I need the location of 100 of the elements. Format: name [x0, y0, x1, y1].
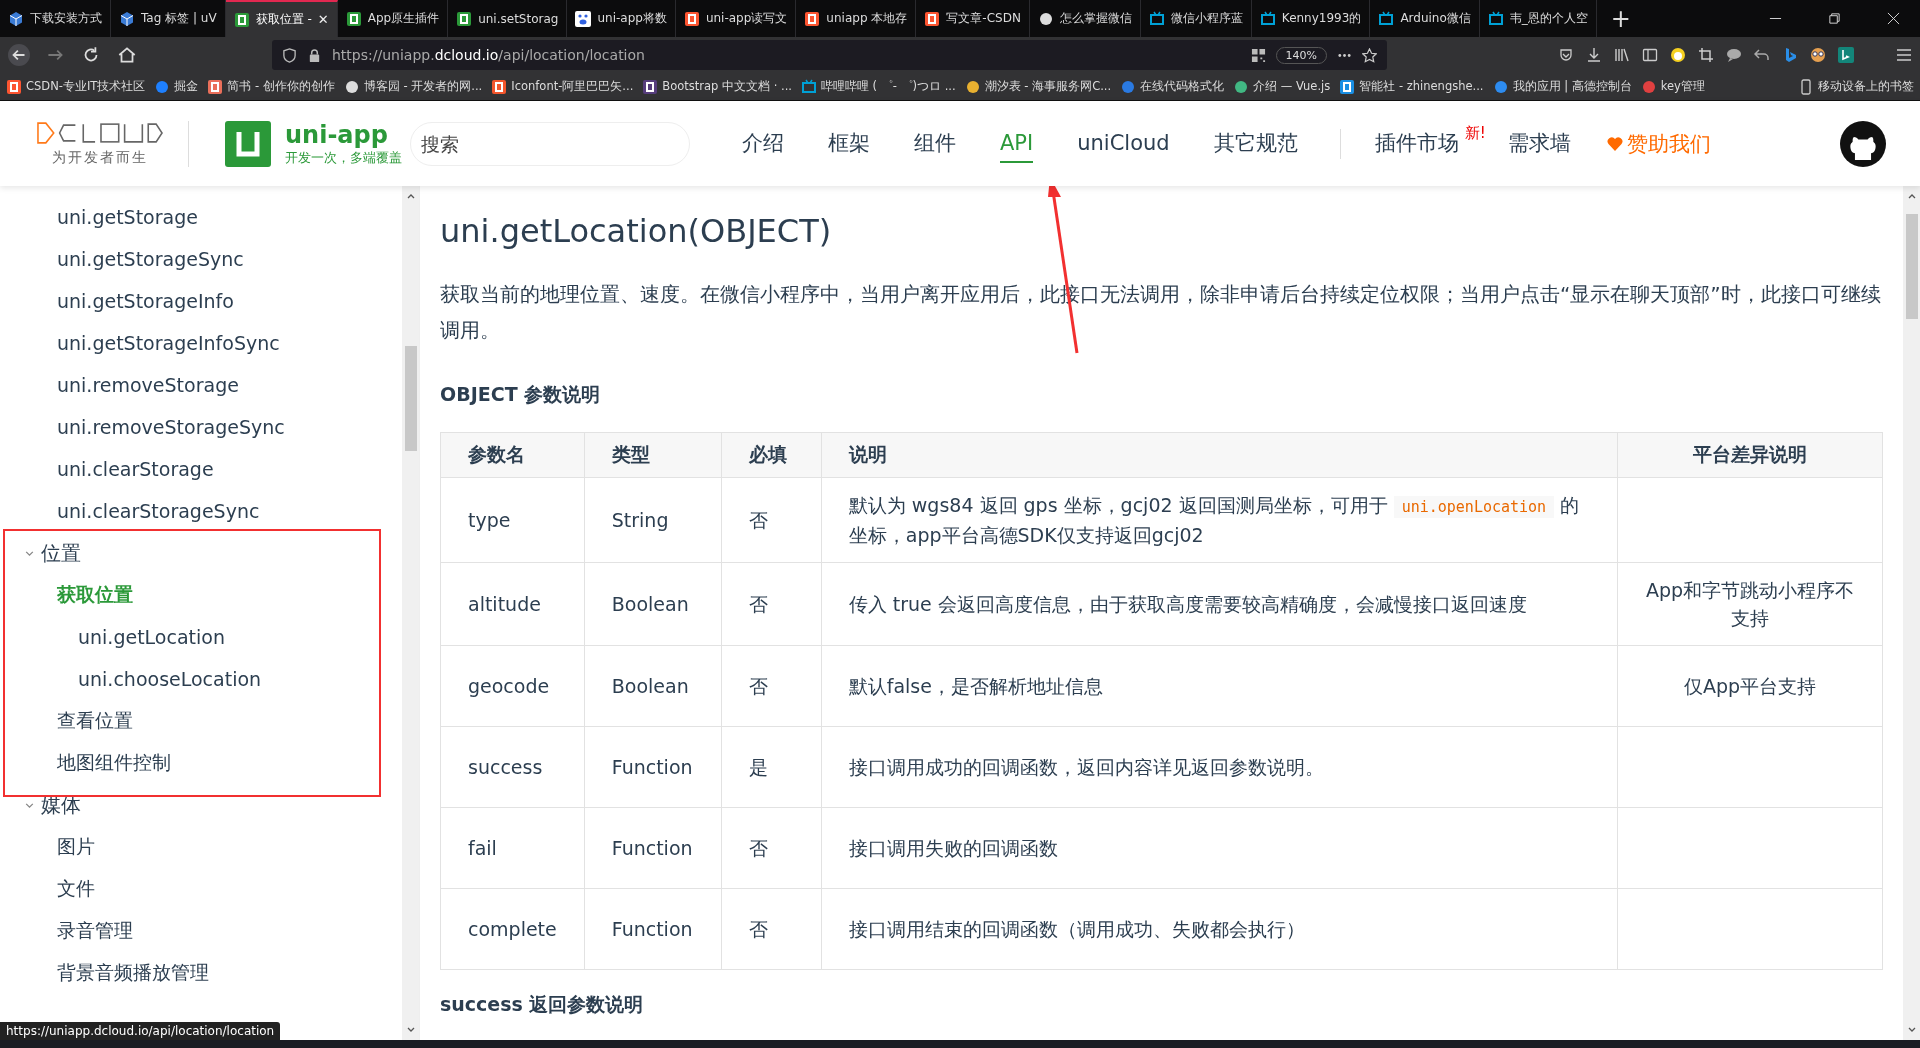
- address-bar[interactable]: https://uniapp.dcloud.io/api/location/location 140%: [272, 40, 1387, 70]
- browser-tab[interactable]: 获取位置 - ✕: [225, 0, 338, 37]
- bookmark-label: 简书 - 创作你的创作: [227, 79, 335, 94]
- nav-link[interactable]: 需求墙: [1507, 122, 1571, 165]
- table-cell: App和字节跳动小程序不支持: [1617, 562, 1883, 646]
- close-icon[interactable]: [1887, 12, 1900, 25]
- bookmark[interactable]: 介绍 — Vue.js: [1233, 78, 1331, 95]
- nav-link[interactable]: 框架: [828, 122, 870, 165]
- restore-icon[interactable]: [1828, 12, 1841, 25]
- table-cell: 否: [721, 562, 822, 646]
- favicon-icon: [6, 78, 22, 95]
- bookmark[interactable]: 移动设备上的书签: [1798, 78, 1914, 95]
- bookmark-label: key管理: [1660, 79, 1705, 94]
- sidebar-item[interactable]: 录音管理: [0, 910, 402, 952]
- github-icon[interactable]: [1840, 120, 1886, 167]
- bookmark[interactable]: 掘金: [154, 78, 199, 95]
- crop-icon[interactable]: [1698, 47, 1714, 63]
- bookmark[interactable]: CSDN-专业IT技术社区: [6, 78, 146, 95]
- table-cell: geocode: [440, 645, 585, 727]
- bookmark[interactable]: Bootstrap 中文文档 · ...: [642, 78, 792, 95]
- star-icon[interactable]: [1362, 47, 1377, 63]
- brand-tagline: 为开发者而生: [52, 148, 148, 167]
- table-cell: 接口调用结束的回调函数（调用成功、失败都会执行）: [821, 888, 1618, 970]
- favicon-icon: [683, 10, 700, 27]
- bookmark[interactable]: 我的应用 | 高德控制台: [1492, 78, 1632, 95]
- bookmark[interactable]: 哔哩哔哩 ( ゜- ゜)つロ ...: [800, 78, 956, 95]
- sidebar-icon[interactable]: [1642, 47, 1658, 63]
- extension-icon[interactable]: [1670, 47, 1686, 63]
- table-cell: 是: [721, 726, 822, 808]
- bookmark[interactable]: 在线代码格式化: [1120, 78, 1225, 95]
- page-title: uni.getLocation(OBJECT): [440, 212, 833, 250]
- table-cell: type: [440, 477, 585, 563]
- sidebar-item[interactable]: 查看位置: [0, 700, 402, 742]
- menu-icon[interactable]: [1896, 47, 1912, 63]
- bookmark[interactable]: 潮汐表 - 海事服务网C...: [964, 78, 1112, 95]
- favicon-icon: [207, 78, 224, 95]
- nav-link[interactable]: 插件市场: [1374, 122, 1459, 165]
- tab-title: uni-app将数: [597, 10, 667, 27]
- sidebar-item[interactable]: uni.chooseLocation: [0, 658, 402, 700]
- new-tab-button[interactable]: +: [1596, 0, 1645, 37]
- sidebar-item[interactable]: 文件: [0, 868, 402, 910]
- tab-title: uni.setStorag: [478, 11, 559, 26]
- favicon-icon: [1339, 78, 1356, 95]
- chat-bubble-icon[interactable]: [1726, 47, 1742, 63]
- sidebar-item[interactable]: uni.clearStorageSync: [0, 490, 402, 532]
- scrollbar-thumb[interactable]: [1905, 214, 1918, 319]
- bookmark[interactable]: Iconfont-阿里巴巴矢...: [491, 78, 634, 95]
- bookmark[interactable]: 博客园 - 开发者的网...: [343, 78, 483, 95]
- close-icon[interactable]: ✕: [317, 12, 329, 27]
- bing-icon[interactable]: [1838, 47, 1854, 63]
- scrollbar[interactable]: [402, 186, 419, 1040]
- bookmark-label: Iconfont-阿里巴巴矢...: [511, 79, 634, 94]
- table-cell: 仅App平台支持: [1617, 645, 1883, 727]
- sidebar-item[interactable]: 图片: [0, 826, 402, 868]
- sidebar-group[interactable]: 媒体: [0, 784, 402, 826]
- column-header: 必填: [721, 432, 822, 478]
- bookmark[interactable]: 简书 - 创作你的创作: [207, 78, 335, 95]
- nav-link[interactable]: uniCloud: [1077, 124, 1170, 163]
- table-cell: String: [584, 477, 722, 563]
- scrollbar[interactable]: [1903, 186, 1920, 1040]
- back-icon[interactable]: [8, 44, 30, 66]
- sidebar-item[interactable]: 地图组件控制: [0, 742, 402, 784]
- bookmark[interactable]: key管理: [1640, 78, 1705, 95]
- sidebar-group[interactable]: 位置: [0, 532, 402, 574]
- sidebar-item[interactable]: uni.getStorageSync: [0, 238, 402, 280]
- undo-icon[interactable]: [1754, 47, 1770, 63]
- nav-link[interactable]: 其它规范: [1213, 122, 1298, 165]
- app-logo-icon[interactable]: [225, 120, 271, 167]
- sidebar-item[interactable]: uni.clearStorage: [0, 448, 402, 490]
- sidebar-item[interactable]: uni.removeStorageSync: [0, 406, 402, 448]
- library-icon[interactable]: [1614, 47, 1630, 63]
- nav-link[interactable]: 介绍: [742, 122, 784, 165]
- table-cell: 否: [721, 645, 822, 727]
- app-name[interactable]: uni-app: [285, 120, 402, 149]
- logo-drawing[interactable]: [36, 120, 164, 145]
- sidebar-item[interactable]: uni.getStorageInfoSync: [0, 322, 402, 364]
- scrollbar-thumb[interactable]: [404, 346, 417, 451]
- column-header: 类型: [584, 432, 722, 478]
- sidebar-item[interactable]: uni.getStorage: [0, 196, 402, 238]
- sidebar-item[interactable]: uni.getLocation: [0, 616, 402, 658]
- tab-title: 写文章-CSDN: [946, 10, 1021, 27]
- nav-link[interactable]: 组件: [914, 122, 956, 165]
- table-cell: 默认为 wgs84 返回 gps 坐标，gcj02 返回国测局坐标，可用于 uni.openLocation 的坐标，app平台高德SDK仅支持返回gcj02: [821, 477, 1618, 563]
- lock-icon: [307, 47, 322, 63]
- sidebar-item[interactable]: uni.getStorageInfo: [0, 280, 402, 322]
- qr-code-icon[interactable]: [1250, 47, 1266, 63]
- sidebar-item[interactable]: uni.removeStorage: [0, 364, 402, 406]
- favicon-icon: [456, 10, 473, 27]
- sidebar-item[interactable]: 背景音频播放管理: [0, 952, 402, 994]
- download-icon[interactable]: [1586, 47, 1602, 63]
- bookmark-label: 我的应用 | 高德控制台: [1512, 79, 1632, 94]
- tab-title: 怎么掌握微信: [1059, 10, 1132, 27]
- glasses-face-icon[interactable]: [1810, 47, 1826, 63]
- table-cell: Boolean: [584, 645, 722, 727]
- sidebar-item[interactable]: 获取位置: [0, 574, 402, 616]
- bookmark-label: 掘金: [174, 79, 199, 94]
- pocket-icon[interactable]: [1558, 47, 1574, 63]
- bookmark[interactable]: 智能社 - zhinengshe...: [1339, 78, 1484, 95]
- search-field[interactable]: 搜索: [410, 121, 690, 166]
- nav-link[interactable]: API: [1000, 124, 1034, 163]
